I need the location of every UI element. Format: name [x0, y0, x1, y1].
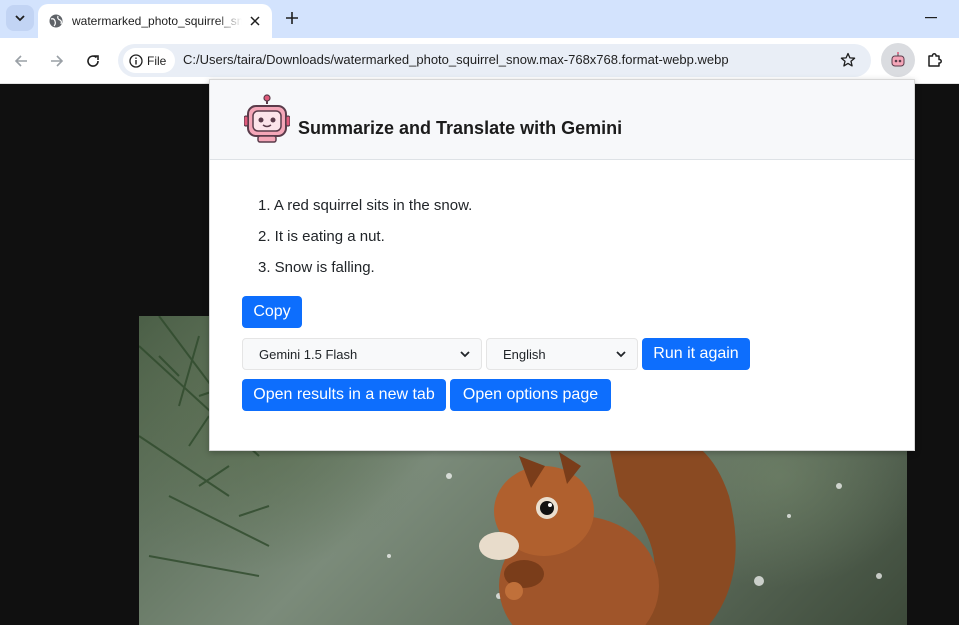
extension-button[interactable] — [881, 43, 915, 77]
language-select[interactable]: English — [486, 338, 638, 370]
url-text[interactable]: C:/Users/taira/Downloads/watermarked_pho… — [183, 52, 729, 67]
reload-button[interactable] — [80, 48, 106, 74]
minimize-icon — [925, 17, 937, 19]
reload-icon — [87, 55, 99, 67]
chevron-down-icon — [616, 351, 626, 358]
model-select-value: Gemini 1.5 Flash — [259, 346, 358, 362]
summary-item: 1. A red squirrel sits in the snow. — [258, 197, 473, 214]
copy-button[interactable]: Copy — [242, 296, 302, 328]
open-new-tab-button[interactable]: Open results in a new tab — [242, 379, 446, 411]
minimize-window-button[interactable] — [916, 6, 946, 30]
active-tab[interactable]: watermarked_photo_squirrel_snow.max-768x… — [38, 4, 272, 38]
summary-item: 3. Snow is falling. — [258, 259, 375, 276]
tab-search-button[interactable] — [6, 5, 34, 31]
browser-toolbar: File C:/Users/taira/Downloads/watermarke… — [0, 38, 959, 84]
chevron-down-icon — [460, 351, 470, 358]
tab-close-button[interactable] — [246, 12, 264, 30]
arrow-left-icon — [14, 55, 27, 67]
new-tab-button[interactable] — [280, 6, 304, 30]
tab-title: watermarked_photo_squirrel_snow.max-768x… — [72, 14, 242, 28]
extensions-menu-button[interactable] — [920, 44, 950, 76]
back-button[interactable] — [8, 48, 34, 74]
address-bar[interactable]: File C:/Users/taira/Downloads/watermarke… — [118, 44, 871, 77]
popup-header: Summarize and Translate with Gemini — [210, 80, 914, 160]
tab-strip: watermarked_photo_squirrel_snow.max-768x… — [0, 0, 959, 38]
robot-icon — [891, 52, 905, 67]
model-select[interactable]: Gemini 1.5 Flash — [242, 338, 482, 370]
site-info-chip[interactable]: File — [123, 48, 176, 73]
summary-item: 2. It is eating a nut. — [258, 228, 385, 245]
globe-icon — [49, 14, 63, 28]
plus-icon — [286, 12, 298, 24]
robot-icon — [244, 94, 290, 143]
puzzle-icon — [928, 53, 942, 67]
chevron-down-icon — [15, 15, 25, 22]
language-select-value: English — [503, 346, 546, 362]
extension-popup: Summarize and Translate with Gemini 1. A… — [209, 79, 915, 451]
star-icon — [840, 52, 856, 67]
arrow-right-icon — [51, 55, 64, 67]
site-chip-label: File — [147, 53, 167, 68]
popup-title: Summarize and Translate with Gemini — [298, 118, 623, 138]
bookmark-button[interactable] — [837, 49, 859, 71]
open-options-button[interactable]: Open options page — [450, 379, 611, 411]
forward-button[interactable] — [44, 48, 70, 74]
summary-list: 1. A red squirrel sits in the snow. 2. I… — [258, 196, 472, 289]
close-icon — [250, 16, 260, 26]
run-again-button[interactable]: Run it again — [642, 338, 750, 370]
info-icon — [129, 53, 143, 68]
